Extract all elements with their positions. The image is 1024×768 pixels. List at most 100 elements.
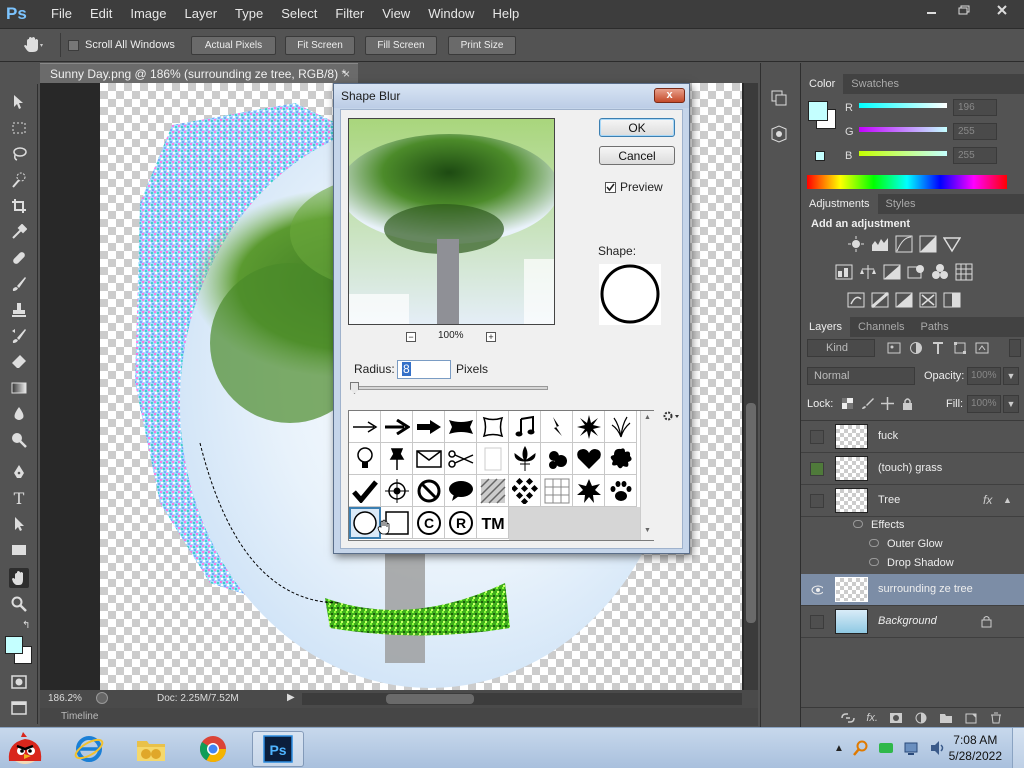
layer-visibility-toggle[interactable] — [810, 462, 824, 476]
filter-type-icon[interactable] — [931, 341, 945, 355]
document-tab[interactable]: Sunny Day.png @ 186% (surrounding ze tre… — [40, 63, 358, 83]
shape-diagonal-pattern-icon[interactable] — [477, 475, 509, 507]
shape-thumbtack-icon[interactable] — [381, 443, 413, 475]
layer-row-background[interactable]: Background — [801, 606, 1024, 638]
invert-icon[interactable] — [847, 291, 865, 309]
shape-lightbulb-icon[interactable] — [349, 443, 381, 475]
file-explorer-icon[interactable] — [128, 731, 174, 767]
hand-tool-icon[interactable] — [9, 568, 29, 588]
blue-value[interactable]: 255 — [953, 147, 997, 164]
add-mask-icon[interactable] — [889, 712, 903, 724]
fill-input[interactable]: 100% — [967, 395, 1001, 413]
tab-styles[interactable]: Styles — [878, 194, 924, 214]
hue-saturation-icon[interactable] — [835, 263, 853, 281]
shape-checker-pattern-icon[interactable] — [509, 475, 541, 507]
history-panel-icon[interactable] — [770, 89, 788, 107]
shape-frame-icon[interactable] — [477, 411, 509, 443]
green-value[interactable]: 255 — [953, 123, 997, 140]
effects-visibility-icon[interactable] — [853, 520, 863, 528]
fit-screen-button[interactable]: Fit Screen — [285, 36, 355, 55]
print-size-button[interactable]: Print Size — [448, 36, 516, 55]
dialog-close-button[interactable]: x — [654, 88, 685, 103]
green-slider[interactable] — [859, 127, 947, 132]
fill-dropdown-icon[interactable]: ▼ — [1003, 395, 1019, 413]
menu-layer[interactable]: Layer — [176, 0, 227, 28]
tab-swatches[interactable]: Swatches — [843, 74, 907, 94]
layer-row-fuck[interactable]: fuck — [801, 421, 1024, 453]
horizontal-scrollbar[interactable] — [302, 693, 742, 705]
posterize-icon[interactable] — [871, 291, 889, 309]
quick-mask-icon[interactable] — [9, 672, 29, 692]
expand-effects-icon[interactable]: ▲ — [1003, 495, 1012, 505]
layer-fx-icon[interactable]: fx — [983, 493, 992, 507]
scroll-down-icon[interactable]: ▼ — [644, 527, 651, 534]
dodge-tool-icon[interactable] — [9, 430, 29, 450]
status-menu-arrow-icon[interactable]: ▶ — [287, 692, 295, 703]
lock-all-icon[interactable] — [901, 397, 914, 410]
eraser-tool-icon[interactable] — [9, 352, 29, 372]
menu-help[interactable]: Help — [483, 0, 528, 28]
google-chrome-icon[interactable] — [190, 731, 236, 767]
shape-banner-icon[interactable] — [445, 411, 477, 443]
search-tray-icon[interactable] — [852, 740, 869, 756]
menu-view[interactable]: View — [373, 0, 419, 28]
move-tool-icon[interactable] — [9, 92, 29, 112]
red-slider[interactable] — [859, 103, 947, 108]
minimize-button[interactable] — [916, 0, 948, 20]
shape-ornament-icon[interactable] — [541, 443, 573, 475]
shape-blank-page-icon[interactable] — [477, 443, 509, 475]
color-foreground-swatch[interactable] — [808, 101, 828, 121]
tab-channels[interactable]: Channels — [850, 317, 912, 337]
shape-picker-scrollbar[interactable]: ▲ ▼ — [640, 411, 654, 540]
vibrance-icon[interactable] — [943, 235, 961, 253]
shape-grid-icon[interactable] — [541, 475, 573, 507]
shape-lightning-icon[interactable] — [541, 411, 573, 443]
custom-shape-picker[interactable]: ▲ ▼ C R TM — [348, 410, 654, 541]
network-tray-icon[interactable] — [878, 741, 894, 755]
status-info-icon[interactable] — [96, 692, 108, 704]
filter-pixel-icon[interactable] — [887, 341, 901, 355]
radius-input[interactable]: 8 — [397, 360, 451, 379]
shape-grass-icon[interactable] — [605, 411, 637, 443]
internet-explorer-icon[interactable] — [66, 731, 112, 767]
fill-screen-button[interactable]: Fill Screen — [365, 36, 437, 55]
channel-mixer-icon[interactable] — [931, 263, 949, 281]
close-document-button[interactable]: × — [343, 64, 350, 84]
shape-trademark-icon[interactable]: TM — [477, 507, 509, 539]
filter-adjustment-icon[interactable] — [909, 341, 923, 355]
opacity-dropdown-icon[interactable]: ▼ — [1003, 367, 1019, 385]
gradient-map-icon[interactable] — [943, 291, 961, 309]
shape-fleur-de-lis-icon[interactable] — [509, 443, 541, 475]
brush-tool-icon[interactable] — [9, 274, 29, 294]
menu-window[interactable]: Window — [419, 0, 483, 28]
shape-arrow-thin-icon[interactable] — [349, 411, 381, 443]
shape-checkmark-icon[interactable] — [349, 475, 381, 507]
zoom-level[interactable]: 186.2% — [48, 693, 82, 704]
restore-button[interactable] — [948, 0, 980, 20]
exposure-icon[interactable] — [919, 235, 937, 253]
menu-filter[interactable]: Filter — [326, 0, 373, 28]
color-balance-icon[interactable] — [859, 263, 877, 281]
tab-color[interactable]: Color — [801, 74, 844, 94]
shape-arrow-bold-icon[interactable] — [413, 411, 445, 443]
shape-speech-bubble-icon[interactable] — [445, 475, 477, 507]
effect-drop-shadow[interactable]: Drop Shadow — [887, 557, 954, 569]
shape-heart-icon[interactable] — [573, 443, 605, 475]
show-hidden-icons-icon[interactable]: ▲ — [834, 743, 844, 754]
action-center-tray-icon[interactable] — [903, 740, 921, 756]
shape-paw-print-icon[interactable] — [605, 475, 637, 507]
scroll-up-icon[interactable]: ▲ — [644, 414, 651, 421]
zoom-tool-icon[interactable] — [9, 594, 29, 614]
blue-slider[interactable] — [859, 151, 947, 156]
layer-row-touch-grass[interactable]: (touch) grass — [801, 453, 1024, 485]
menu-type[interactable]: Type — [226, 0, 272, 28]
layer-filter-dropdown[interactable]: Kind — [807, 339, 875, 357]
filter-shape-icon[interactable] — [953, 341, 967, 355]
menu-edit[interactable]: Edit — [81, 0, 121, 28]
blur-tool-icon[interactable] — [9, 404, 29, 424]
levels-icon[interactable] — [871, 235, 889, 253]
color-lookup-icon[interactable] — [955, 263, 973, 281]
horizontal-scrollbar-thumb[interactable] — [386, 694, 474, 704]
brightness-contrast-icon[interactable] — [847, 235, 865, 253]
radius-slider[interactable] — [352, 386, 548, 390]
